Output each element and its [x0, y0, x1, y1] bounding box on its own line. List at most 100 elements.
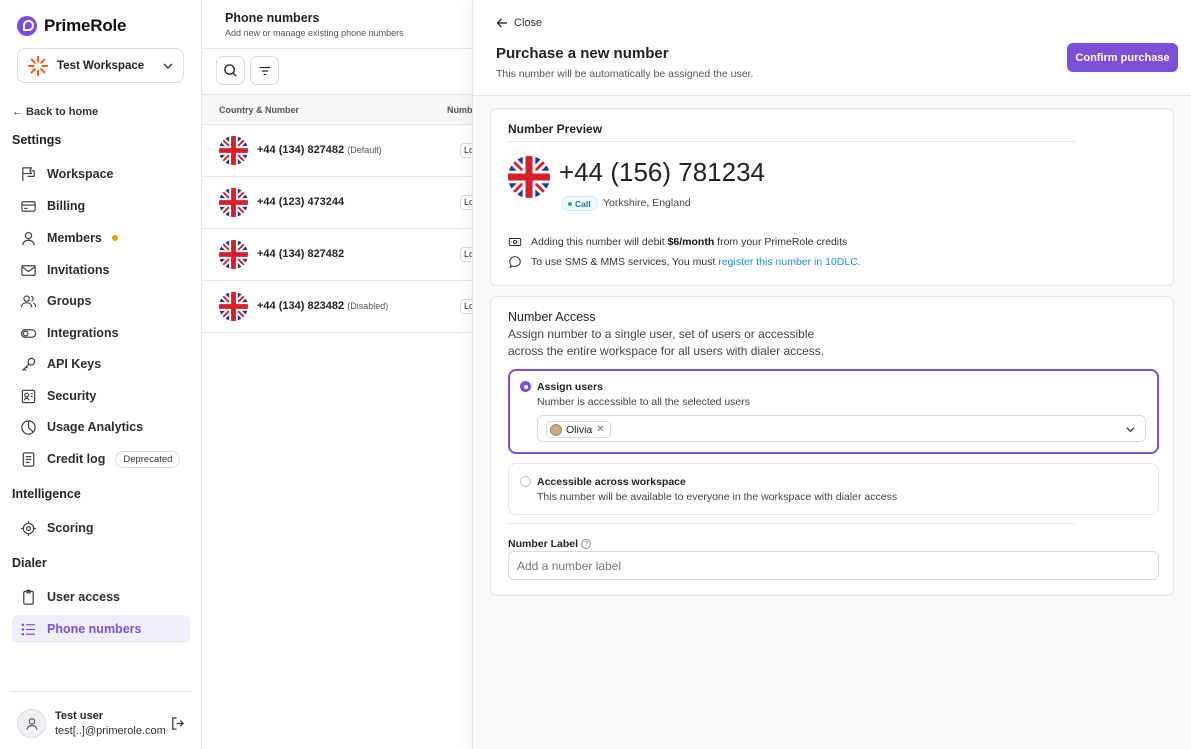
card-title: Number Access	[508, 310, 596, 324]
confirm-purchase-button[interactable]: Confirm purchase	[1067, 43, 1178, 72]
register-10dlc-link[interactable]: register this number in 10DLC.	[718, 256, 860, 268]
pie-chart-icon	[21, 419, 36, 435]
option-accessible-workspace[interactable]: Accessible across workspace This number …	[508, 463, 1159, 515]
section-intelligence: Intelligence	[12, 487, 81, 501]
number-preview-card: Number Preview +44 (156) 781234 Call Yor…	[490, 108, 1174, 286]
column-header[interactable]: Country & Number	[219, 105, 299, 115]
number-location: Yorkshire, England	[603, 197, 691, 209]
table-row[interactable]: +44 (134) 823482 (Disabled) Lo	[202, 281, 474, 333]
debit-text: Adding this number will debit $6/month f…	[531, 236, 847, 248]
phone-number-value: +44 (134) 823482	[257, 300, 345, 312]
clipboard-icon	[23, 589, 34, 605]
sidebar-item-workspace[interactable]: Workspace	[12, 160, 190, 188]
sidebar-item-label: Credit log	[47, 452, 106, 466]
sidebar-item-usage-analytics[interactable]: Usage Analytics	[12, 413, 190, 441]
filter-icon	[259, 66, 270, 75]
divider	[508, 523, 1075, 524]
table-row[interactable]: +44 (134) 827482 Lo	[202, 229, 474, 281]
document-icon	[22, 451, 35, 467]
selected-user-name: Olivia	[566, 423, 593, 436]
table-row[interactable]: +44 (123) 473244 Lo	[202, 177, 474, 229]
sidebar-item-label: Usage Analytics	[47, 420, 144, 434]
flag-icon	[22, 166, 35, 181]
option-description: Number is accessible to all the selected…	[537, 396, 751, 408]
phone-number-value: +44 (134) 827482	[257, 144, 345, 156]
uk-flag-icon	[508, 156, 550, 198]
chat-bubble-icon	[509, 256, 521, 269]
workspace-name: Test Workspace	[57, 59, 145, 72]
sidebar-item-invitations[interactable]: Invitations	[12, 256, 190, 284]
sidebar-item-api-keys[interactable]: API Keys	[12, 350, 190, 378]
search-button[interactable]	[216, 56, 245, 85]
sidebar-item-credit-log[interactable]: Credit log Deprecated	[12, 445, 190, 473]
sidebar-item-members[interactable]: Members	[12, 224, 190, 252]
user-name: Test user	[55, 710, 104, 722]
users-icon	[20, 294, 37, 307]
number-access-card: Number Access Assign number to a single …	[490, 296, 1174, 596]
remove-user-icon[interactable]: ✕	[596, 424, 604, 435]
shield-icon	[21, 389, 36, 403]
table-row[interactable]: +44 (134) 827482 (Default) Lo	[202, 125, 474, 177]
chevron-down-icon[interactable]	[1125, 424, 1136, 435]
option-assign-users[interactable]: Assign users Number is accessible to all…	[508, 369, 1159, 454]
phone-numbers-list: Phone numbers Add new or manage existing…	[202, 0, 481, 749]
access-description: Assign number to a single user, set of u…	[508, 327, 825, 358]
sidebar-item-billing[interactable]: Billing	[12, 192, 190, 220]
panel-header: Close Purchase a new number This number …	[473, 0, 1191, 96]
sidebar-item-label: API Keys	[47, 357, 102, 371]
user-avatar-icon	[26, 717, 37, 730]
card-title: Number Preview	[508, 122, 603, 136]
section-dialer: Dialer	[12, 556, 47, 570]
call-badge-label: Call	[575, 198, 591, 209]
sidebar: PrimeRole Test Workspace ← Back to home …	[0, 0, 202, 749]
sidebar-item-integrations[interactable]: Integrations	[12, 319, 190, 347]
close-button[interactable]: Close	[496, 17, 542, 29]
status-dot	[568, 201, 572, 206]
sidebar-item-label: Phone numbers	[47, 622, 142, 636]
mail-icon	[21, 264, 36, 276]
sidebar-item-scoring[interactable]: Scoring	[12, 514, 190, 542]
back-to-home-link[interactable]: ← Back to home	[12, 106, 98, 118]
avatar[interactable]	[17, 709, 46, 738]
phone-number: +44 (123) 473244	[257, 196, 344, 208]
option-description: This number will be available to everyon…	[537, 491, 898, 503]
logout-icon[interactable]	[170, 716, 185, 731]
panel-title: Purchase a new number	[496, 45, 669, 62]
user-icon	[22, 231, 35, 245]
brand: PrimeRole	[17, 16, 126, 36]
sidebar-item-label: Groups	[47, 294, 92, 308]
sidebar-item-label: User access	[47, 590, 120, 604]
divider	[202, 48, 473, 49]
page-title: Phone numbers	[225, 11, 320, 25]
sidebar-item-security[interactable]: Security	[12, 382, 190, 410]
help-icon[interactable]: ?	[581, 539, 592, 549]
debit-amount: $6/month	[667, 236, 715, 248]
toggle-icon	[20, 328, 37, 338]
avatar	[550, 423, 562, 436]
brand-logo-icon	[17, 16, 37, 36]
sidebar-item-user-access[interactable]: User access	[12, 583, 190, 611]
uk-flag-icon	[219, 188, 248, 217]
phone-number-note: (Default)	[347, 145, 382, 155]
sidebar-item-phone-numbers[interactable]: Phone numbers	[12, 615, 190, 643]
number-label-heading: Number Label ?	[508, 538, 592, 550]
radio-assign-users[interactable]	[520, 381, 531, 392]
number-label-input[interactable]	[508, 551, 1159, 580]
workspace-selector[interactable]: Test Workspace	[17, 48, 184, 83]
uk-flag-icon	[219, 240, 248, 269]
uk-flag-icon	[219, 292, 248, 321]
page-subtitle: Add new or manage existing phone numbers	[225, 28, 404, 38]
debit-prefix: Adding this number will debit	[531, 236, 668, 248]
phone-number: +44 (134) 827482 (Default)	[257, 144, 382, 156]
sidebar-item-groups[interactable]: Groups	[12, 287, 190, 315]
credit-card-icon	[21, 200, 36, 212]
sidebar-item-label: Members	[47, 231, 102, 245]
radio-accessible-workspace[interactable]	[520, 476, 531, 487]
sidebar-item-label: Scoring	[47, 521, 94, 535]
sidebar-item-label: Security	[47, 389, 97, 403]
user-select[interactable]: Olivia ✕	[537, 415, 1146, 442]
selected-user-chip: Olivia ✕	[546, 421, 611, 438]
back-to-home-label: Back to home	[26, 106, 99, 118]
table-header: Country & Number Number	[202, 94, 481, 125]
filter-button[interactable]	[250, 56, 279, 85]
